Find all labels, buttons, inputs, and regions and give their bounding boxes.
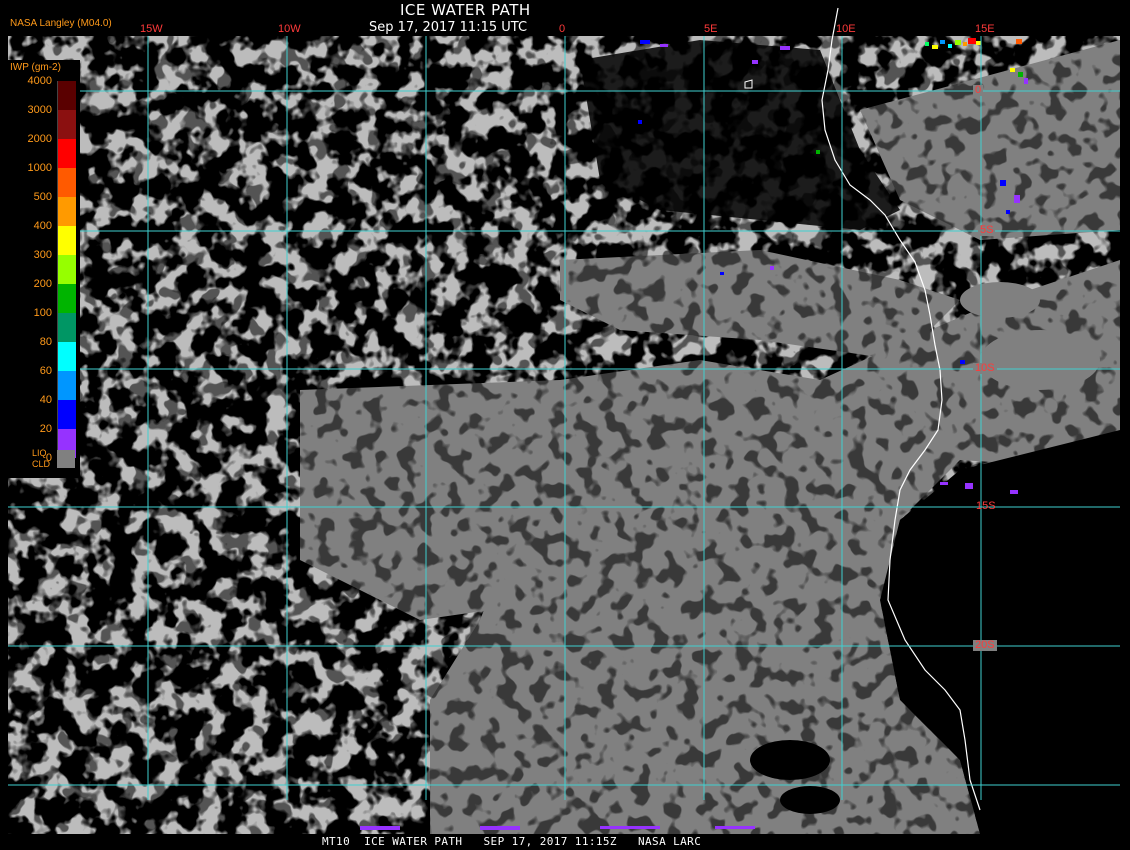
lon-label-10w: 10W (278, 23, 301, 35)
map-title: ICE WATER PATH (400, 1, 531, 19)
legend-swatch (57, 313, 76, 342)
legend-swatch (57, 110, 76, 139)
map-timestamp: Sep 17, 2017 11:15 UTC (369, 20, 528, 35)
legend-level-label: 3000 (27, 104, 52, 116)
lon-label-15e: 15E (975, 23, 995, 35)
legend-level-label: 60 (39, 365, 52, 377)
legend-level-label: 500 (33, 191, 52, 203)
legend-level-label: 20 (39, 423, 52, 435)
satellite-map-viewer: ICE WATER PATH Sep 17, 2017 11:15 UTC NA… (0, 0, 1130, 850)
legend-swatch (57, 400, 76, 429)
legend-level-label: 100 (33, 307, 52, 319)
legend-swatch (57, 342, 76, 371)
lat-label-5s: 5S (978, 224, 996, 236)
legend-level-label: 200 (33, 278, 52, 290)
cloud-field (8, 36, 1120, 834)
legend-swatch (57, 255, 76, 284)
legend-level-label: 300 (33, 249, 52, 261)
legend-level-label: 2000 (27, 133, 52, 145)
legend-swatch (57, 139, 76, 168)
lon-label-10e: 10E (836, 23, 856, 35)
lat-label-20s: 20S (973, 639, 997, 651)
legend-units: IWP (gm-2) (10, 62, 61, 73)
footer-caption: MT10 ICE WATER PATH SEP 17, 2017 11:15Z … (322, 835, 702, 848)
lon-label-0: 0 (559, 23, 566, 35)
legend-swatch (57, 284, 76, 313)
legend-level-label: 40 (39, 394, 52, 406)
provider-label: NASA Langley (M04.0) (10, 18, 112, 29)
legend-swatch (57, 226, 76, 255)
lat-label-10s: 10S (973, 362, 997, 374)
liquid-cloud-label-2: CLD (32, 459, 51, 469)
lat-label-0: 0 (973, 84, 984, 96)
legend-level-label: 1000 (27, 162, 52, 174)
legend-level-label: 400 (33, 220, 52, 232)
lat-label-15s: 15S (976, 500, 996, 512)
liquid-cloud-swatch (57, 450, 75, 468)
legend-swatch (57, 81, 76, 110)
ice-water-path-map (8, 7, 1120, 834)
legend-swatch (57, 197, 76, 226)
legend-level-label: 4000 (27, 75, 52, 87)
legend-swatch (57, 371, 76, 400)
liquid-cloud-label-1: LIQ (32, 448, 47, 458)
legend-level-label: 80 (39, 336, 52, 348)
lon-label-15w: 15W (140, 23, 163, 35)
color-legend: IWP (gm-2) 4000 3000 2000 1000 500 400 300 200 1… (8, 60, 80, 478)
lon-label-5e: 5E (704, 23, 718, 35)
legend-swatch (57, 168, 76, 197)
